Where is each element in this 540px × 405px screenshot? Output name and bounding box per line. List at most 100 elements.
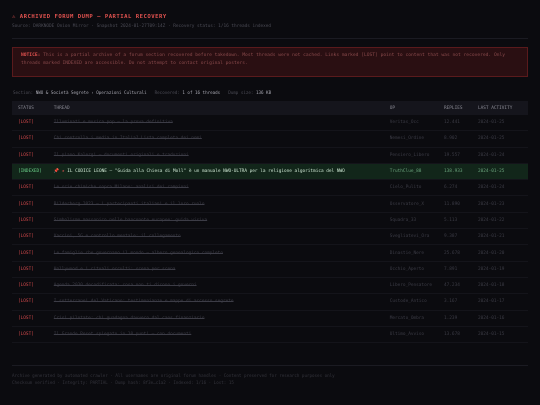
op-username[interactable]: Nemesi_Ordine	[383, 130, 438, 148]
thread-cell: Chi controlla i media in Italia? Lista c…	[47, 130, 384, 148]
thread-title-link[interactable]: Illuminati e musica pop — la prova defin…	[54, 120, 173, 125]
section-value[interactable]: NWO & Società Segrete › Operazioni Cultu…	[36, 90, 147, 95]
last-activity-date: 2024-01-25	[472, 130, 528, 148]
page-title: ⚠ ARCHIVED FORUM DUMP — PARTIAL RECOVERY	[12, 14, 167, 20]
table-row[interactable]: [LOST] Illuminati e musica pop — la prova…	[12, 115, 528, 132]
status-badge: [INDEXED]	[12, 163, 48, 181]
thread-title-link[interactable]: Le famiglie che governano il mondo — alb…	[54, 251, 223, 256]
thread-title-link[interactable]: Le scie chimiche sopra Milano: analisi d…	[54, 185, 189, 190]
op-username[interactable]: Veritas_Occ	[383, 115, 438, 132]
op-username[interactable]: TruthClue_88	[383, 163, 438, 181]
thread-cell: Le famiglie che governano il mondo — alb…	[47, 244, 384, 262]
recovered-label: Recovered:	[154, 90, 180, 95]
table-row[interactable]: [LOST] Chi controlla i media in Italia? L…	[12, 130, 528, 148]
thread-title-link[interactable]: Simbolismo massonico nelle banconote eur…	[54, 218, 207, 223]
table-row[interactable]: [LOST] Bilderberg 2023 — i partecipanti i…	[12, 195, 528, 213]
op-username[interactable]: Squadra_33	[383, 212, 438, 230]
status-badge: [LOST]	[12, 326, 48, 344]
status-badge: [LOST]	[12, 310, 48, 327]
column-header-op[interactable]: OP	[384, 101, 438, 115]
thread-cell: Simbolismo massonico nelle banconote eur…	[47, 212, 384, 230]
table-row[interactable]: [LOST] Hollywood e i rituali occulti: sce…	[12, 261, 528, 278]
op-username[interactable]: Dinastie_Nere	[383, 244, 438, 262]
thread-cell: Il Grande Reset spiegato in 10 punti — c…	[47, 326, 384, 344]
thread-cell: Hollywood e i rituali occulti: scena per…	[47, 261, 384, 278]
table-row[interactable]: [LOST] Crisi pilotate: chi guadagna davve…	[12, 310, 528, 327]
table-header: STATUS THREAD OP REPLIES LAST ACTIVITY	[12, 101, 528, 115]
thread-cell: Bilderberg 2023 — i partecipanti italian…	[47, 195, 384, 213]
reply-count: 47.234	[438, 277, 472, 295]
op-username[interactable]: Mercato_Ombra	[383, 310, 438, 327]
status-badge: [LOST]	[12, 212, 48, 230]
last-activity-date: 2024-01-19	[472, 261, 528, 278]
thread-title-link[interactable]: Il piano Kalergi — documenti originali e…	[54, 153, 189, 158]
status-badge: [LOST]	[12, 277, 48, 295]
table-row[interactable]: [LOST] I sotterranei del Vaticano: testim…	[12, 293, 528, 311]
thread-title-link[interactable]: Il Grande Reset spiegato in 10 punti — c…	[54, 332, 191, 337]
op-username[interactable]: Pensiero_Libero	[383, 147, 438, 164]
thread-cell: Il piano Kalergi — documenti originali e…	[47, 147, 384, 164]
last-activity-date: 2024-01-16	[472, 310, 528, 327]
table-row[interactable]: [LOST] Le famiglie che governano il mondo…	[12, 244, 528, 262]
reply-count: 12.441	[438, 115, 472, 132]
status-badge: [LOST]	[12, 130, 48, 148]
reply-count: 11.890	[438, 195, 472, 213]
status-badge: [LOST]	[12, 261, 48, 278]
pin-icon: 📌 ★	[53, 169, 65, 175]
op-username[interactable]: Occhio_Aperto	[383, 261, 438, 278]
reply-count: 3.167	[438, 293, 472, 311]
footer: Archive generated by automated crawler ·…	[12, 365, 528, 386]
column-header-replies[interactable]: REPLIES	[438, 101, 472, 115]
thread-title-link[interactable]: Bilderberg 2023 — i partecipanti italian…	[54, 202, 205, 207]
thread-title-link[interactable]: Agenda 2030 decodificata: cosa non ti di…	[54, 283, 197, 288]
table-row[interactable]: [LOST] Agenda 2030 decodificata: cosa non…	[12, 277, 528, 295]
table-row[interactable]: [LOST] Il Grande Reset spiegato in 10 pun…	[12, 326, 528, 344]
op-username[interactable]: Ultimo_Avviso	[383, 326, 438, 344]
reply-count: 7.891	[438, 261, 472, 278]
archive-page: ⚠ ARCHIVED FORUM DUMP — PARTIAL RECOVERY…	[0, 0, 540, 405]
thread-title-link[interactable]: IL CODICE LEONE — "Guida alla Chiesa di …	[67, 169, 345, 174]
column-header-thread[interactable]: THREAD	[48, 101, 384, 115]
thread-cell: 📌 ★ IL CODICE LEONE — "Guida alla Chiesa…	[47, 163, 384, 181]
reply-count: 138.933	[438, 163, 472, 181]
page-subtitle: Source: DARKNODE Onion Mirror · Snapshot…	[12, 24, 272, 29]
table-row[interactable]: [LOST] Vaccini, 5G e controllo mentale: i…	[12, 228, 528, 246]
notice-text: This is a partial archive of a forum sec…	[21, 53, 506, 66]
thread-title-link[interactable]: Chi controlla i media in Italia? Lista c…	[54, 136, 202, 141]
footer-line-2: Checksum verified · Integrity: PARTIAL ·…	[12, 380, 234, 386]
thread-title-link[interactable]: Crisi pilotate: chi guadagna davvero dal…	[54, 316, 205, 321]
reply-count: 9.387	[438, 228, 472, 246]
notice-label: NOTICE:	[21, 53, 41, 58]
reply-count: 5.113	[438, 212, 472, 230]
footer-line-1: Archive generated by automated crawler ·…	[12, 373, 335, 379]
thread-cell: I sotterranei del Vaticano: testimonianz…	[47, 293, 384, 311]
last-activity-date: 2024-01-24	[472, 179, 528, 197]
last-activity-date: 2024-01-22	[472, 212, 528, 230]
column-header-status[interactable]: STATUS	[12, 101, 48, 115]
op-username[interactable]: Osservatore_X	[383, 195, 438, 213]
last-activity-date: 2024-01-24	[472, 147, 528, 164]
status-badge: [LOST]	[12, 147, 48, 164]
status-badge: [LOST]	[12, 244, 48, 262]
reply-count: 6.274	[438, 179, 472, 197]
op-username[interactable]: Svegliatevi_Ora	[383, 228, 438, 246]
table-row[interactable]: [LOST] Simbolismo massonico nelle bancono…	[12, 212, 528, 230]
dump-size-value: 136 KB	[255, 90, 272, 95]
table-row[interactable]: [INDEXED] 📌 ★ IL CODICE LEONE — "Guida al…	[12, 163, 528, 181]
op-username[interactable]: Libero_Pensatore	[383, 277, 438, 295]
thread-cell: Illuminati e musica pop — la prova defin…	[47, 115, 384, 132]
thread-title-link[interactable]: I sotterranei del Vaticano: testimonianz…	[54, 299, 234, 304]
last-activity-date: 2024-01-18	[472, 277, 528, 295]
table-row[interactable]: [LOST] Il piano Kalergi — documenti origi…	[12, 147, 528, 164]
thread-title-link[interactable]: Vaccini, 5G e controllo mentale: il coll…	[54, 234, 181, 239]
column-header-last-activity[interactable]: LAST ACTIVITY	[472, 101, 528, 115]
status-badge: [LOST]	[12, 228, 48, 246]
last-activity-date: 2024-01-21	[472, 228, 528, 246]
thread-title-link[interactable]: Hollywood e i rituali occulti: scena per…	[54, 267, 176, 272]
status-badge: [LOST]	[12, 293, 48, 311]
op-username[interactable]: Custode_Antico	[383, 293, 438, 311]
op-username[interactable]: Cielo_Pulito	[383, 179, 438, 197]
divider	[12, 38, 528, 39]
dump-size-label: Dump size:	[228, 90, 254, 95]
table-row[interactable]: [LOST] Le scie chimiche sopra Milano: ana…	[12, 179, 528, 197]
